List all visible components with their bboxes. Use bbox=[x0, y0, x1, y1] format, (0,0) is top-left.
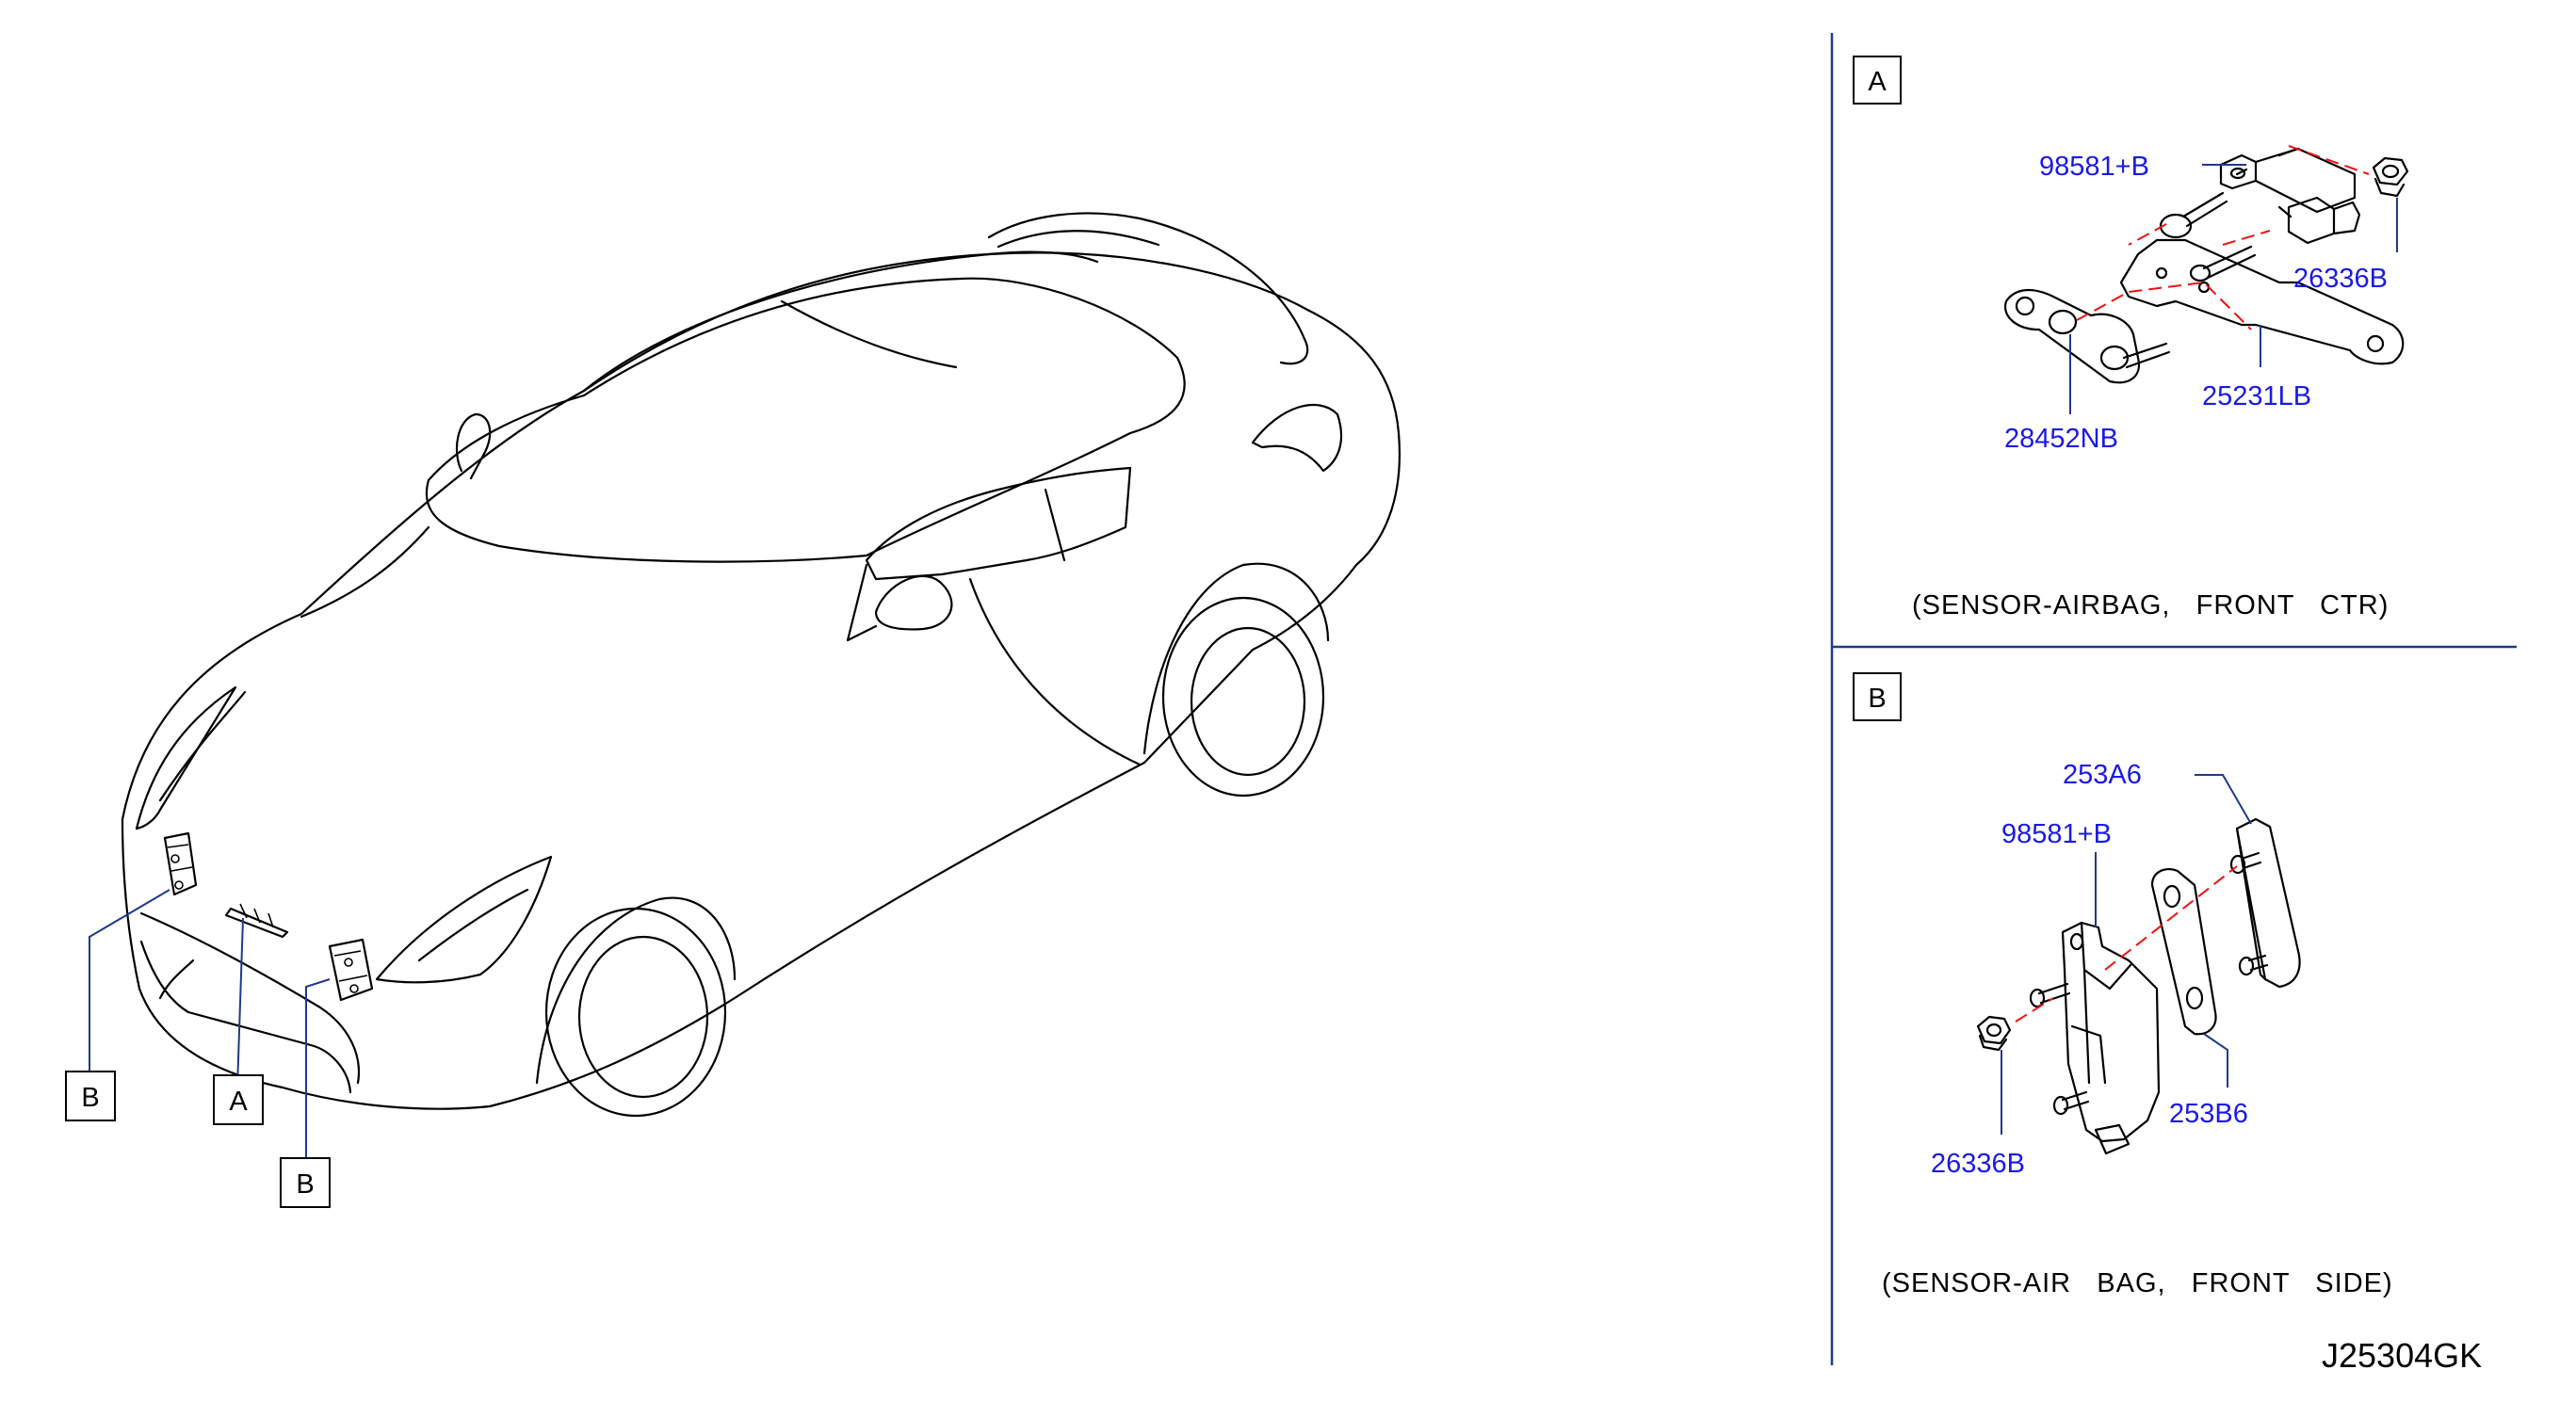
svg-text:B: B bbox=[296, 1169, 314, 1200]
panel-b-spacer-drawing bbox=[2150, 868, 2217, 1036]
panel-a-nut-drawing bbox=[2372, 156, 2409, 198]
detail-panel-a: A 98581+B 26336B 25231LB 28452NB (SENSOR… bbox=[1853, 56, 2409, 620]
panel-a-part-plate: 28452NB bbox=[2004, 424, 2118, 454]
svg-text:A: A bbox=[229, 1087, 248, 1117]
panel-b-part-spacer: 253B6 bbox=[2169, 1099, 2248, 1129]
svg-text:B: B bbox=[81, 1083, 99, 1113]
panel-a-label: A bbox=[1868, 67, 1887, 97]
diagram-reference-code: J25304GK bbox=[2322, 1336, 2482, 1375]
diagram-canvas: B A B A 98581+B 26336B 25231LB 28452NB (… bbox=[65, 33, 2517, 1375]
car-illustration bbox=[89, 212, 1401, 1158]
panel-a-sensor-drawing bbox=[2159, 147, 2361, 245]
panel-b-part-bracket: 253A6 bbox=[2063, 760, 2142, 790]
callout-b-left: B bbox=[65, 1071, 116, 1121]
panel-a-part-bracket: 25231LB bbox=[2202, 381, 2311, 411]
panel-b-part-sensor: 98581+B bbox=[2001, 819, 2112, 849]
panel-b-sensor-drawing bbox=[2029, 921, 2161, 1155]
parts-diagram: B A B A 98581+B 26336B 25231LB 28452NB (… bbox=[0, 0, 2576, 1397]
callout-b-right: B bbox=[280, 1157, 331, 1208]
panel-a-caption: (SENSOR-AIRBAG, FRONT CTR) bbox=[1912, 590, 2389, 620]
front-left-sensor-marker bbox=[163, 831, 198, 896]
panel-b-nut-drawing bbox=[1976, 1015, 2012, 1052]
center-sensor-marker bbox=[224, 903, 289, 939]
panel-b-caption: (SENSOR-AIR BAG, FRONT SIDE) bbox=[1882, 1268, 2393, 1298]
callout-a-center: A bbox=[213, 1074, 264, 1125]
panel-a-part-nut: 26336B bbox=[2293, 264, 2388, 294]
front-right-sensor-marker bbox=[328, 938, 374, 1002]
panel-a-plate-drawing bbox=[2003, 289, 2171, 384]
panel-b-part-nut: 26336B bbox=[1931, 1149, 2025, 1179]
detail-panel-b: B 253A6 98581+B 253B6 26336B (SENSOR-AIR… bbox=[1853, 672, 2393, 1298]
panel-b-bracket-drawing bbox=[2229, 817, 2301, 989]
panel-a-part-sensor: 98581+B bbox=[2039, 152, 2149, 182]
panel-b-label: B bbox=[1868, 684, 1886, 714]
